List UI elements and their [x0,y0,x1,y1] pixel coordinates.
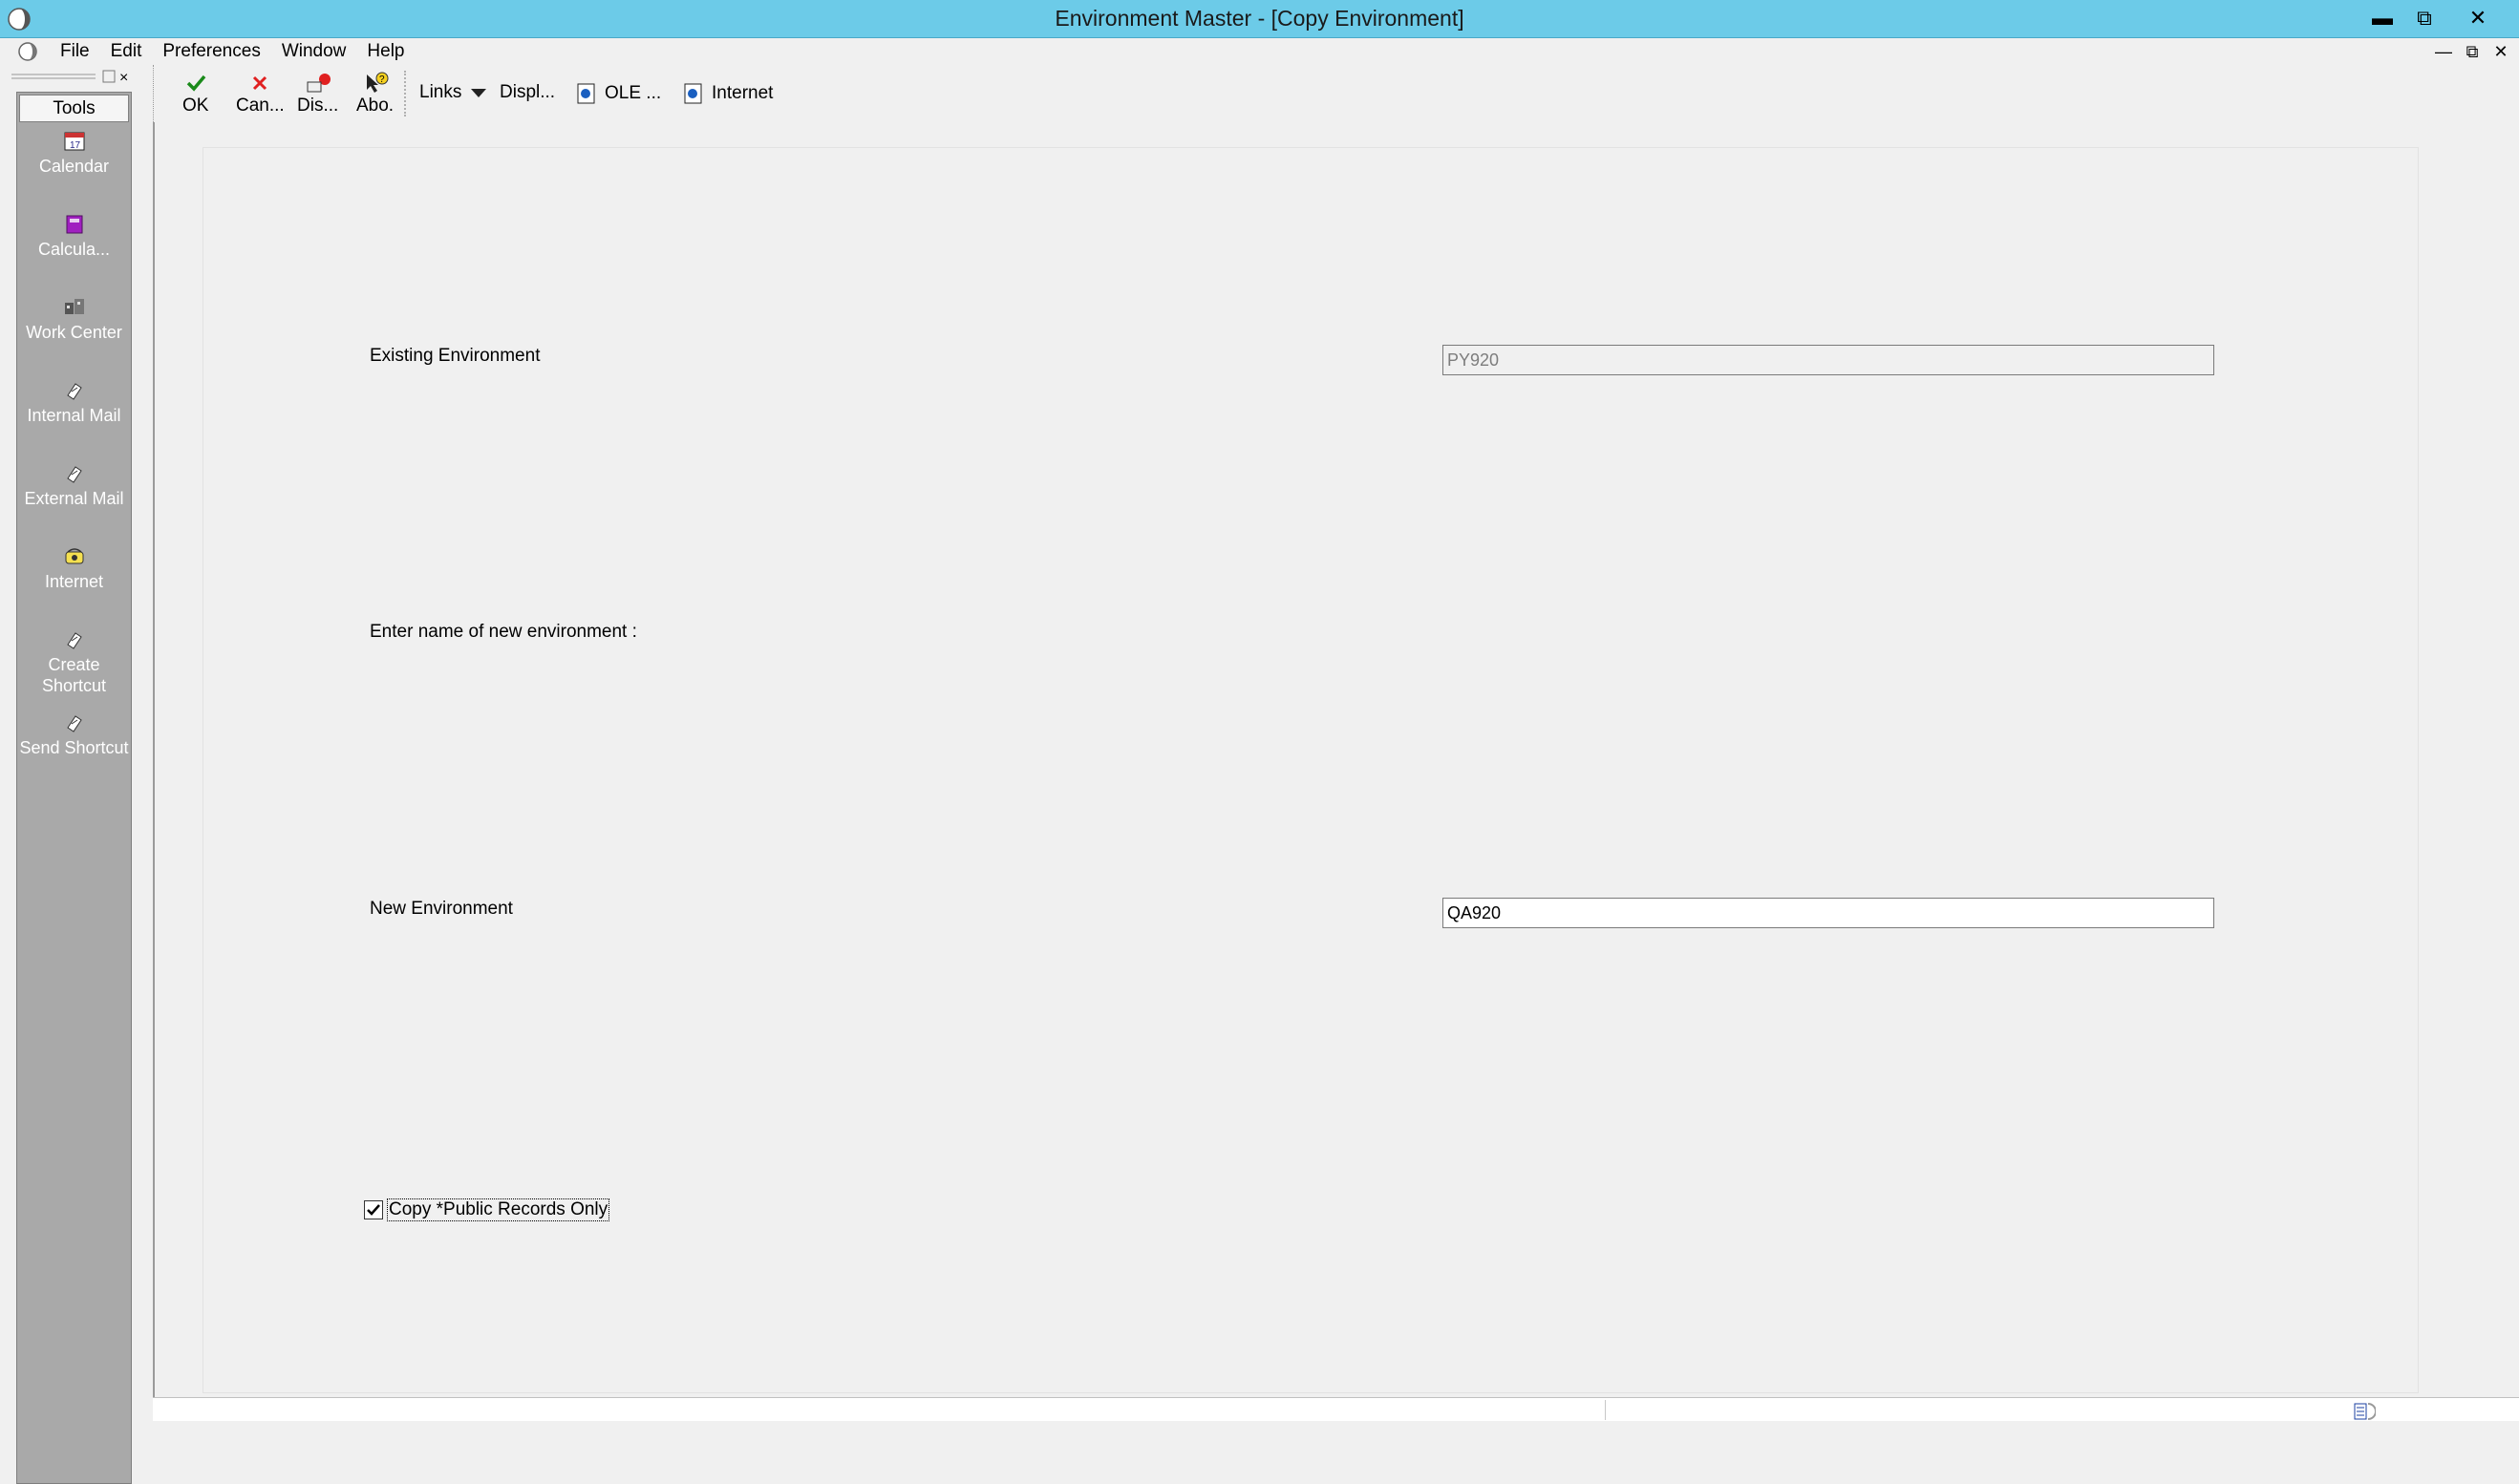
internet-document-icon [684,83,702,104]
tool-work-center[interactable]: Work Center [17,295,131,343]
tool-internet[interactable]: Internet [17,544,131,592]
svg-text:17: 17 [70,140,81,151]
displ-button[interactable]: Displ... [500,82,555,103]
toolbar-separator [404,71,406,117]
internet-label: Internet [712,83,774,103]
mdi-minimize-button[interactable]: — [2431,40,2456,63]
tool-label: External Mail [24,489,124,508]
send-shortcut-icon [66,715,82,732]
copy-public-records-label: Copy *Public Records Only [387,1198,610,1221]
cancel-button[interactable]: Can... [236,71,285,117]
restore-button[interactable]: ⧉ [2403,2,2445,34]
tool-create-shortcut[interactable]: Create Shortcut [17,627,131,696]
menu-help[interactable]: Help [356,41,415,62]
status-separator [1605,1400,1606,1420]
title-bar: Environment Master - [Copy Environment] … [0,0,2519,38]
panel-controls: × [11,70,128,86]
internal-mail-icon [66,383,82,400]
window-title: Environment Master - [Copy Environment] [1055,6,1464,31]
tool-label: Internal Mail [27,406,121,425]
mdi-controls: — ⧉ ✕ [2431,40,2513,63]
internet-button[interactable]: Internet [683,82,773,105]
workspace: Existing Environment Enter name of new e… [153,122,2519,1397]
tool-label: Work Center [26,323,122,342]
external-mail-icon [66,466,82,483]
chevron-down-icon [471,89,487,97]
status-network-icon [2354,1403,2376,1420]
checkmark-icon [367,1204,380,1216]
mdi-restore-button[interactable]: ⧉ [2460,40,2485,63]
document-icon [18,42,37,61]
tools-header: Tools [19,95,129,122]
menu-bar: File Edit Preferences Window Help [0,38,2519,65]
new-environment-label: New Environment [370,899,513,919]
ole-document-icon [577,83,595,104]
tools-panel: × Tools 17 Calendar Calcula... Work Cent… [0,65,143,1484]
mdi-close-button[interactable]: ✕ [2488,40,2513,63]
close-button[interactable]: ✕ [2457,2,2499,34]
internet-icon [65,548,83,564]
new-environment-prompt: Enter name of new environment : [370,622,637,642]
toolbar: OK Can... Dis... ? Abo. Links Displ... O… [153,65,2519,122]
about-label: Abo. [356,95,395,116]
svg-text:×: × [119,70,128,86]
svg-text:?: ? [379,74,385,85]
new-environment-field[interactable] [1442,898,2214,928]
tool-label: Calcula... [37,240,111,259]
copy-public-records-checkbox[interactable]: Copy *Public Records Only [364,1198,610,1221]
tool-send-shortcut[interactable]: Send Shortcut [17,710,131,758]
display-icon [307,74,331,93]
cancel-label: Can... [236,95,285,116]
cancel-x-icon [253,75,267,91]
links-dropdown[interactable]: Links [419,82,488,103]
work-center-icon [64,299,84,314]
displ-label: Displ... [500,82,556,102]
menu-edit[interactable]: Edit [100,41,153,62]
existing-environment-label: Existing Environment [370,346,541,366]
display-button[interactable]: Dis... [297,71,338,117]
existing-environment-field [1442,345,2214,375]
checkmark-icon [186,74,206,92]
create-shortcut-icon [66,632,82,649]
tool-label: Internet [44,572,104,591]
minimize-button[interactable]: ▬ [2361,2,2403,34]
tools-list: Tools 17 Calendar Calcula... Work Center… [16,92,132,1484]
ok-button[interactable]: OK [182,71,208,117]
tool-internal-mail[interactable]: Internal Mail [17,378,131,426]
tool-external-mail[interactable]: External Mail [17,461,131,509]
ole-button[interactable]: OLE ... [576,82,661,105]
tool-label: Calendar [38,157,110,176]
display-label: Dis... [297,95,339,116]
about-help-icon: ? [366,72,389,93]
status-bar [153,1397,2519,1421]
menu-file[interactable]: File [50,41,100,62]
tool-calculator[interactable]: Calcula... [17,212,131,260]
links-label: Links [419,82,462,102]
about-button[interactable]: ? Abo. [356,71,394,117]
calendar-icon: 17 [64,132,84,151]
ole-label: OLE ... [605,83,662,103]
ok-label: OK [182,95,209,116]
menu-window[interactable]: Window [271,41,357,62]
tool-label: Create Shortcut [41,655,107,695]
tool-label: Send Shortcut [19,738,129,757]
checkbox-box[interactable] [364,1200,383,1219]
menu-preferences[interactable]: Preferences [152,41,270,62]
copy-environment-form: Existing Environment Enter name of new e… [203,147,2419,1393]
calculator-icon [66,215,82,234]
tool-calendar[interactable]: 17 Calendar [17,129,131,177]
